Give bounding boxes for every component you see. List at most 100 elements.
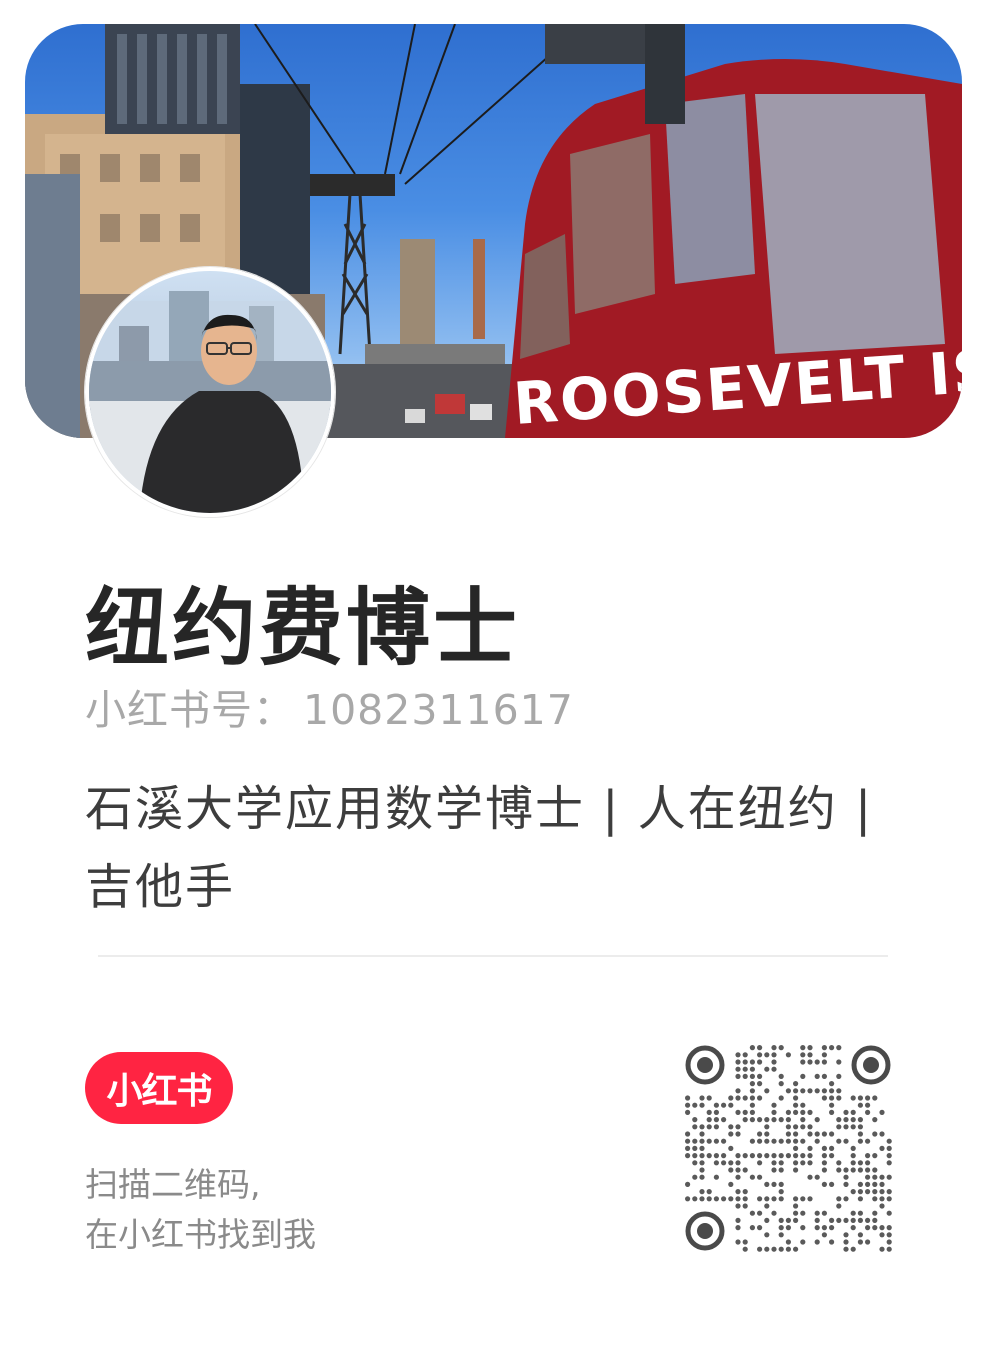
qr-module xyxy=(857,1232,863,1238)
qr-module xyxy=(721,1102,727,1108)
qr-module xyxy=(749,1102,755,1108)
qr-finder-bottom-left xyxy=(685,1211,725,1251)
qr-module xyxy=(872,1189,878,1195)
qr-module xyxy=(742,1203,748,1209)
qr-module xyxy=(785,1088,791,1094)
profile-bio: 石溪大学应用数学博士 | 人在纽约 | 吉他手 xyxy=(85,781,874,915)
qr-module xyxy=(778,1217,784,1223)
qr-module xyxy=(836,1045,842,1051)
qr-module xyxy=(886,1160,892,1166)
qr-module xyxy=(685,1131,691,1137)
qr-module xyxy=(800,1059,806,1065)
qr-module xyxy=(865,1217,871,1223)
qr-module xyxy=(728,1167,734,1173)
qr-module xyxy=(886,1225,892,1231)
qr-module xyxy=(814,1088,820,1094)
qr-module xyxy=(850,1217,856,1223)
xiaohongshu-logo: 小红书 xyxy=(85,1052,233,1124)
qr-module xyxy=(829,1181,835,1187)
qr-module xyxy=(785,1246,791,1252)
qr-module xyxy=(886,1145,892,1151)
qr-module xyxy=(757,1225,763,1231)
qr-module xyxy=(836,1217,842,1223)
qr-module xyxy=(857,1138,863,1144)
qr-module xyxy=(728,1145,734,1151)
qr-module xyxy=(800,1117,806,1123)
qr-module xyxy=(742,1059,748,1065)
qr-module xyxy=(757,1052,763,1058)
qr-module xyxy=(749,1174,755,1180)
qr-module xyxy=(793,1102,799,1108)
qr-module xyxy=(699,1138,705,1144)
qr-module xyxy=(872,1181,878,1187)
qr-module xyxy=(778,1167,784,1173)
qr-module xyxy=(749,1210,755,1216)
qr-module xyxy=(706,1153,712,1159)
qr-module xyxy=(785,1217,791,1223)
qr-module xyxy=(843,1232,849,1238)
qr-module xyxy=(721,1160,727,1166)
qr-module xyxy=(699,1095,705,1101)
qr-module xyxy=(713,1160,719,1166)
qr-module xyxy=(807,1145,813,1151)
qr-module xyxy=(857,1102,863,1108)
qr-module xyxy=(865,1239,871,1245)
qr-module xyxy=(699,1189,705,1195)
qr-module xyxy=(793,1138,799,1144)
qr-module xyxy=(793,1217,799,1223)
qr-module xyxy=(865,1167,871,1173)
qr-module xyxy=(764,1246,770,1252)
qr-module xyxy=(850,1210,856,1216)
qr-module xyxy=(814,1117,820,1123)
qr-module xyxy=(829,1131,835,1137)
qr-module xyxy=(735,1189,741,1195)
qr-module xyxy=(757,1153,763,1159)
qr-module xyxy=(785,1052,791,1058)
qr-module xyxy=(728,1196,734,1202)
qr-module xyxy=(785,1131,791,1137)
qr-module xyxy=(829,1217,835,1223)
qr-module xyxy=(850,1225,856,1231)
qr-module xyxy=(821,1210,827,1216)
qr-module xyxy=(843,1167,849,1173)
qr-module xyxy=(771,1138,777,1144)
qr-module xyxy=(685,1196,691,1202)
qr-module xyxy=(821,1145,827,1151)
qr-module xyxy=(728,1102,734,1108)
qr-module xyxy=(850,1160,856,1166)
qr-module xyxy=(728,1095,734,1101)
qr-module xyxy=(685,1138,691,1144)
qr-module xyxy=(757,1196,763,1202)
qr-module xyxy=(699,1196,705,1202)
qr-module xyxy=(865,1102,871,1108)
qr-module xyxy=(821,1052,827,1058)
qr-module xyxy=(728,1160,734,1166)
qr-module xyxy=(807,1088,813,1094)
qr-module xyxy=(713,1117,719,1123)
qr-module xyxy=(843,1181,849,1187)
qr-module xyxy=(793,1160,799,1166)
avatar[interactable] xyxy=(85,267,335,517)
qr-module xyxy=(771,1117,777,1123)
qr-module xyxy=(807,1052,813,1058)
qr-module xyxy=(821,1232,827,1238)
qr-module xyxy=(800,1052,806,1058)
qr-module xyxy=(857,1217,863,1223)
qr-module xyxy=(771,1167,777,1173)
qr-module xyxy=(764,1203,770,1209)
qr-module xyxy=(771,1052,777,1058)
qr-module xyxy=(735,1174,741,1180)
qr-module xyxy=(807,1196,813,1202)
qr-module xyxy=(721,1196,727,1202)
qr-module xyxy=(836,1160,842,1166)
qr-module xyxy=(757,1131,763,1137)
qr-finder-top-left xyxy=(685,1045,725,1085)
scan-hint-line-1: 扫描二维码, xyxy=(85,1165,261,1204)
qr-module xyxy=(749,1073,755,1079)
qr-module xyxy=(685,1181,691,1187)
qr-module xyxy=(764,1124,770,1130)
qr-module xyxy=(764,1117,770,1123)
qr-module xyxy=(764,1181,770,1187)
qr-module xyxy=(706,1109,712,1115)
qr-code-icon[interactable] xyxy=(684,1044,894,1254)
